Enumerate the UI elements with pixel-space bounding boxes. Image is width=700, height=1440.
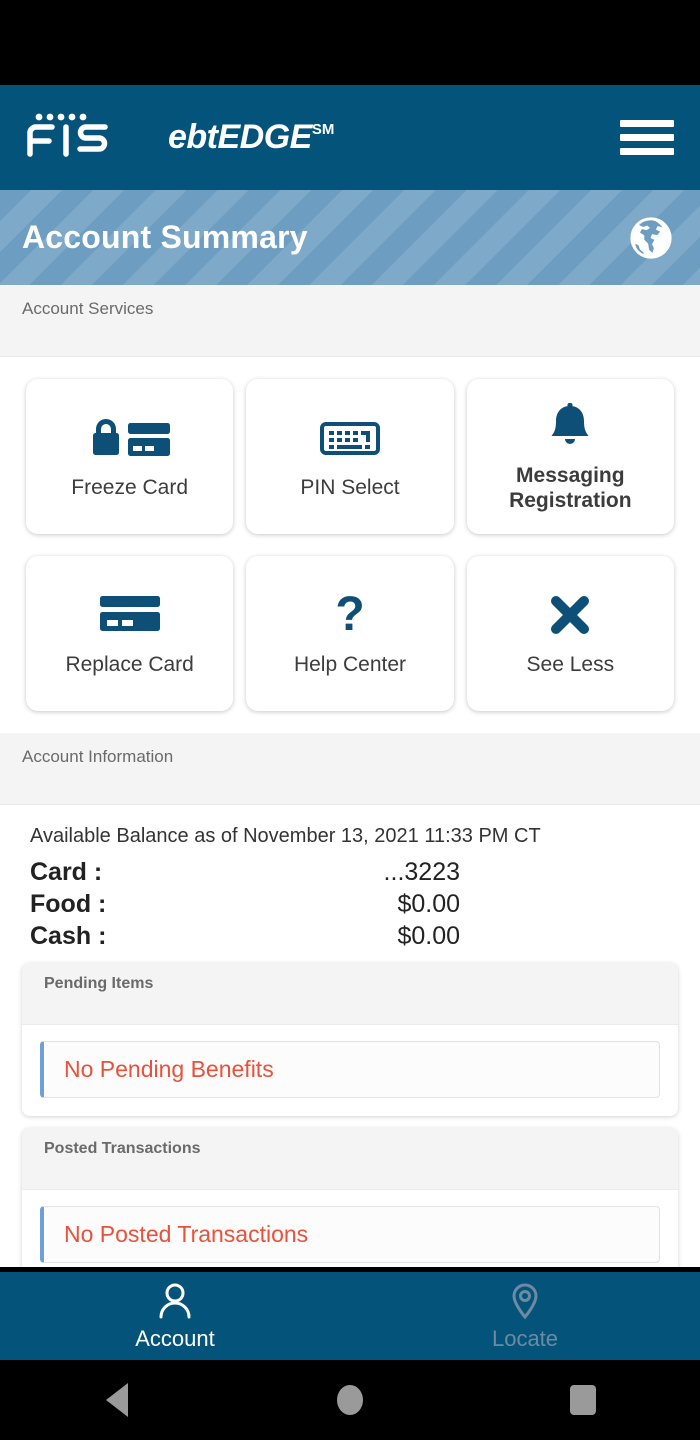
phone-screen: ebtEDGE SM Account Summary Account Servi… xyxy=(0,0,700,1440)
keyboard-icon xyxy=(319,412,381,464)
tile-label: Freeze Card xyxy=(71,476,189,500)
tile-label: Help Center xyxy=(293,653,407,677)
balance-value: $0.00 xyxy=(397,890,460,918)
section-account-information: Account Information xyxy=(0,733,700,805)
app-header: ebtEDGE SM xyxy=(0,85,700,190)
hamburger-bar xyxy=(620,148,674,155)
tile-row: Replace Card ? Help Center See Less xyxy=(26,556,674,711)
page-body: Account Services Freeze Card PIN Select … xyxy=(0,285,700,1267)
svg-text:?: ? xyxy=(335,590,364,640)
home-button[interactable] xyxy=(233,1385,466,1415)
page-title: Account Summary xyxy=(22,219,308,255)
hamburger-bar xyxy=(620,134,674,141)
balance-key: Card : xyxy=(30,858,103,886)
back-triangle-icon xyxy=(105,1383,128,1417)
tile-label: Replace Card xyxy=(65,653,194,677)
tile-see-less[interactable]: See Less xyxy=(466,556,674,711)
panel-body: No Posted Transactions xyxy=(22,1190,678,1267)
tab-label: Locate xyxy=(491,1325,559,1351)
panel-posted-transactions: Posted Transactions No Posted Transactio… xyxy=(22,1128,678,1267)
status-bar xyxy=(0,0,700,85)
balance-row-cash: Cash : $0.00 xyxy=(30,922,670,951)
panel-header: Pending Items xyxy=(22,963,678,1025)
tile-label: See Less xyxy=(526,653,615,677)
panel-pending-items: Pending Items No Pending Benefits xyxy=(22,963,678,1116)
recents-button[interactable] xyxy=(467,1385,700,1415)
tile-row: Freeze Card PIN Select Messaging Registr… xyxy=(26,379,674,534)
lock-card-icon xyxy=(84,412,176,464)
brand-ebt-text: ebtEDGE xyxy=(168,118,312,156)
no-posted-transactions-alert: No Posted Transactions xyxy=(40,1206,660,1263)
tab-locate[interactable]: Locate xyxy=(350,1272,700,1360)
balance-row-card: Card : ...3223 xyxy=(30,858,670,887)
section-label: Account Services xyxy=(22,299,154,318)
close-x-icon xyxy=(547,589,593,641)
tile-label: PIN Select xyxy=(300,476,400,500)
tile-replace-card[interactable]: Replace Card xyxy=(26,556,234,711)
home-circle-icon xyxy=(336,1385,363,1415)
brand-logo: ebtEDGE SM xyxy=(22,110,334,166)
panel-title: Posted Transactions xyxy=(44,1140,201,1157)
panel-header: Posted Transactions xyxy=(22,1128,678,1190)
tile-freeze-card[interactable]: Freeze Card xyxy=(26,379,234,534)
credit-card-icon xyxy=(97,589,163,641)
panel-body: No Pending Benefits xyxy=(22,1025,678,1116)
question-mark-icon: ? xyxy=(330,589,370,641)
balance-value: $0.00 xyxy=(397,922,460,950)
tile-label: Messaging Registration xyxy=(509,464,632,512)
hamburger-menu-icon[interactable] xyxy=(620,120,674,155)
no-pending-benefits-alert: No Pending Benefits xyxy=(40,1041,660,1098)
account-information-content: Available Balance as of November 13, 202… xyxy=(0,805,700,951)
tab-account[interactable]: Account xyxy=(0,1272,350,1360)
map-pin-icon xyxy=(512,1282,538,1319)
page-title-bar: Account Summary xyxy=(0,190,700,285)
tile-messaging-registration[interactable]: Messaging Registration xyxy=(466,379,674,534)
globe-icon[interactable] xyxy=(628,215,674,261)
section-account-services: Account Services xyxy=(0,285,700,357)
balance-row-food: Food : $0.00 xyxy=(30,890,670,919)
bell-icon xyxy=(546,400,594,452)
back-button[interactable] xyxy=(0,1383,233,1417)
bottom-tab-bar: Account Locate xyxy=(0,1272,700,1360)
section-label: Account Information xyxy=(22,747,174,766)
available-balance-line: Available Balance as of November 13, 202… xyxy=(30,825,541,847)
account-services-grid: Freeze Card PIN Select Messaging Registr… xyxy=(0,357,700,711)
balance-key: Food : xyxy=(30,890,107,918)
hamburger-bar xyxy=(620,120,674,127)
brand-sm-mark: SM xyxy=(311,121,335,138)
person-icon xyxy=(159,1283,191,1318)
tab-label: Account xyxy=(135,1325,215,1351)
panel-title: Pending Items xyxy=(44,975,154,992)
balance-key: Cash : xyxy=(30,922,107,950)
android-navigation-bar xyxy=(0,1360,700,1440)
tile-help-center[interactable]: ? Help Center xyxy=(246,556,454,711)
balance-value: ...3223 xyxy=(383,858,460,886)
fis-logo-icon xyxy=(27,113,108,157)
recents-square-icon xyxy=(570,1385,597,1415)
tile-pin-select[interactable]: PIN Select xyxy=(246,379,454,534)
